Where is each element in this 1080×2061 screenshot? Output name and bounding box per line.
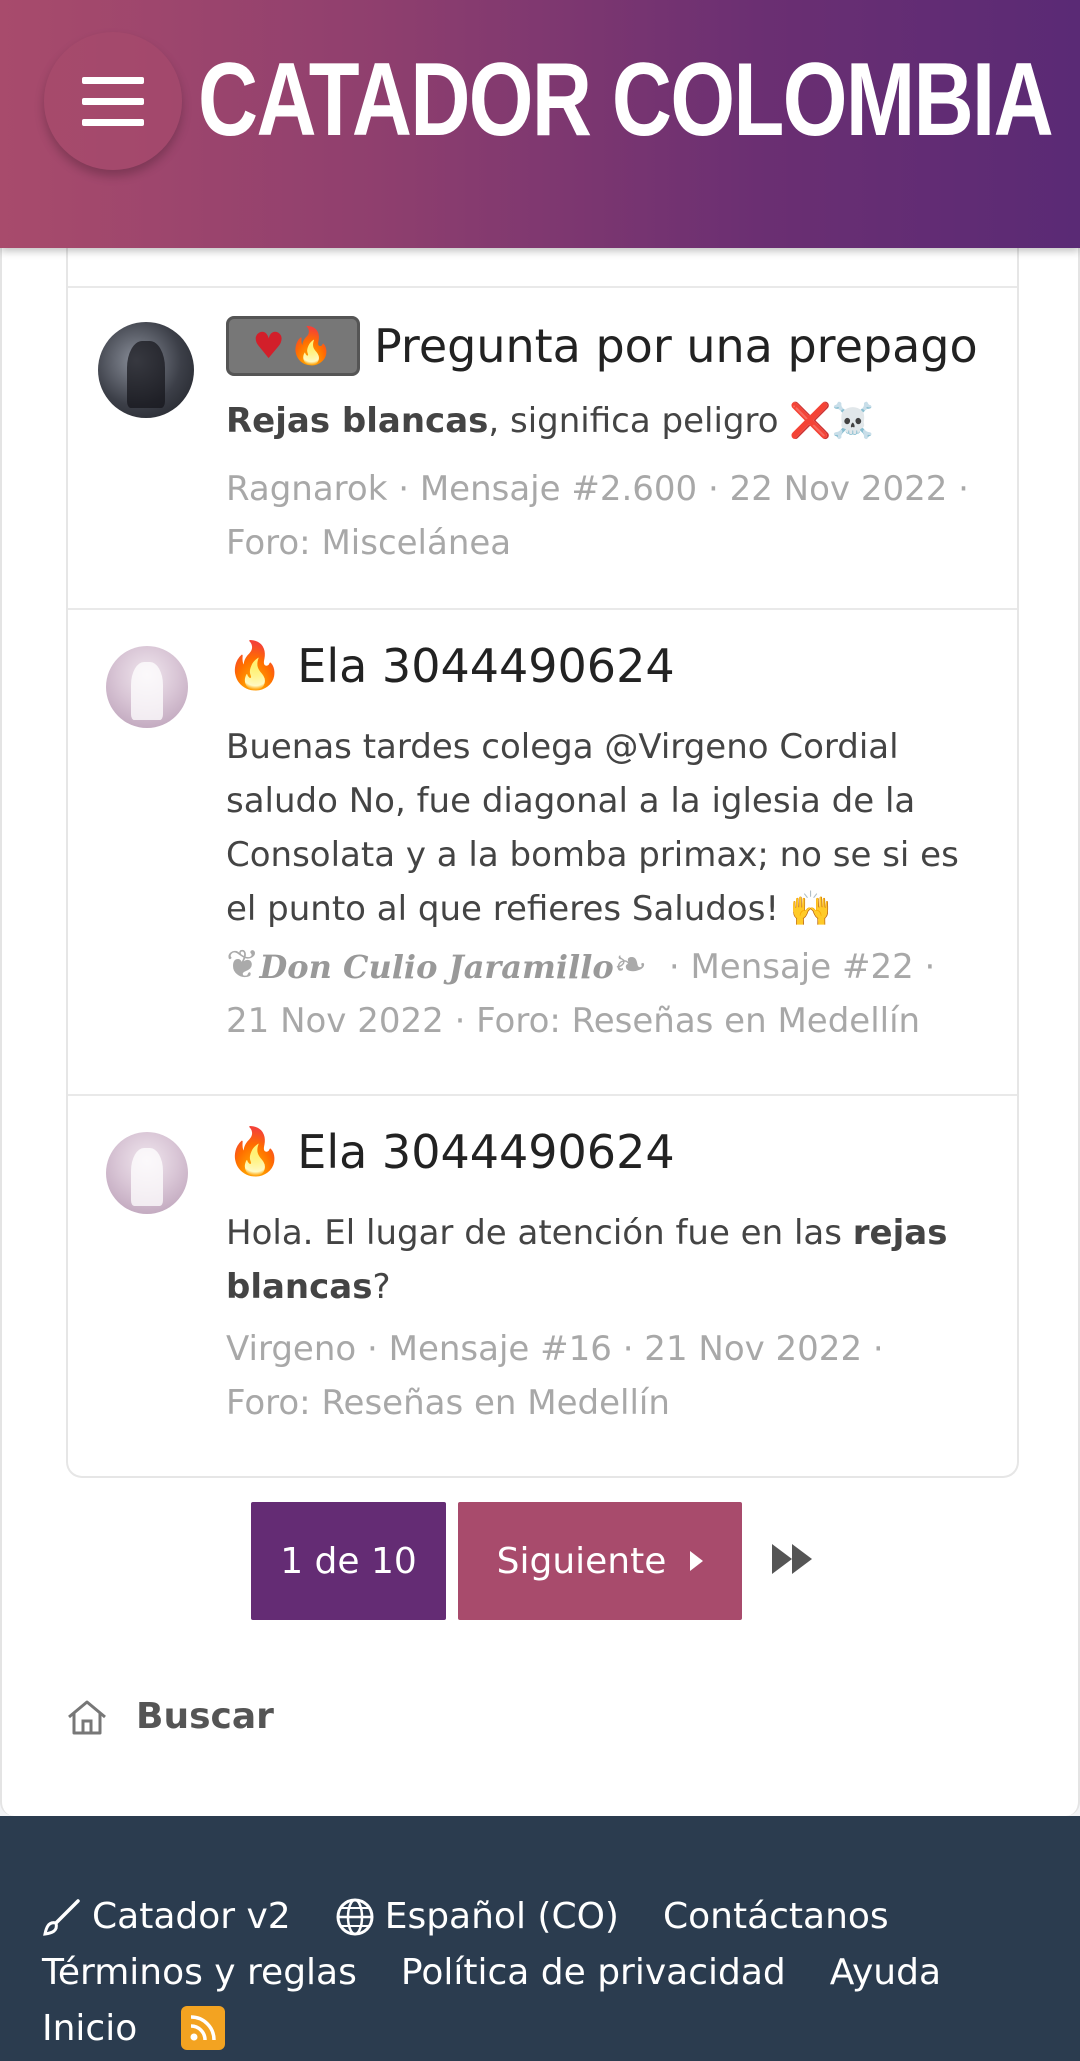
- result-meta: ❦Don Culio Jaramillo❧ · Mensaje #22 · 21…: [226, 942, 936, 1041]
- result-meta: Ragnarok · Mensaje #2.600 · 22 Nov 2022 …: [226, 469, 969, 563]
- result-title[interactable]: 🔥 Ela 3044490624: [226, 638, 675, 693]
- result-snippet: Hola. El lugar de atención fue en las re…: [226, 1213, 948, 1307]
- rss-icon[interactable]: [181, 2006, 226, 2050]
- breadcrumb: Buscar: [66, 1696, 274, 1737]
- pagination: 1 de 10 Siguiente: [2, 1500, 1080, 1620]
- next-page-button[interactable]: Siguiente: [458, 1502, 742, 1620]
- search-result[interactable]: 🔥 Ela 3044490624 Hola. El lugar de atenc…: [68, 1094, 1017, 1478]
- breadcrumb-item-search[interactable]: Buscar: [136, 1696, 274, 1737]
- ornament-icon: ❧: [613, 942, 648, 988]
- page-body: ♥ 🔥 Pregunta por una prepago Rejas blanca…: [0, 238, 1080, 1816]
- avatar[interactable]: [106, 646, 188, 728]
- language-chooser-link[interactable]: Español (CO): [335, 1896, 619, 1937]
- chevron-right-icon: [690, 1551, 704, 1571]
- result-snippet: Rejas blancas, significa peligro ❌☠️: [226, 401, 874, 441]
- footer-row: Términos y reglas Política de privacidad…: [42, 1952, 985, 1993]
- home-link[interactable]: Inicio: [42, 2008, 137, 2049]
- hamburger-menu-icon: [82, 76, 144, 84]
- cross-skull-emoji: ❌☠️: [789, 401, 874, 441]
- globe-icon: [336, 1898, 374, 1935]
- raised-hands-emoji: 🙌: [789, 889, 833, 929]
- terms-link[interactable]: Términos y reglas: [42, 1952, 357, 1993]
- avatar[interactable]: [106, 1132, 188, 1214]
- footer-row: Inicio: [42, 2006, 226, 2050]
- home-icon[interactable]: [66, 1698, 108, 1736]
- result-title[interactable]: ♥ 🔥 Pregunta por una prepago: [226, 316, 978, 376]
- site-header: CATADOR COLOMBIA: [0, 0, 1080, 248]
- fire-icon: 🔥: [288, 326, 334, 367]
- heart-icon: ♥: [252, 325, 285, 367]
- thread-prefix-badge: ♥ 🔥: [226, 316, 360, 376]
- page-current-button[interactable]: 1 de 10: [251, 1502, 446, 1620]
- menu-button[interactable]: [44, 32, 182, 170]
- avatar[interactable]: [98, 322, 194, 418]
- result-title[interactable]: 🔥 Ela 3044490624: [226, 1124, 675, 1179]
- author-signature[interactable]: Don Culio Jaramillo: [260, 948, 614, 986]
- help-link[interactable]: Ayuda: [830, 1952, 941, 1993]
- contact-link[interactable]: Contáctanos: [663, 1896, 889, 1937]
- result-meta: Virgeno · Mensaje #16 · 21 Nov 2022 · Fo…: [226, 1329, 884, 1423]
- search-result[interactable]: ♥ 🔥 Pregunta por una prepago Rejas blanca…: [68, 286, 1017, 608]
- paintbrush-icon: [43, 1898, 80, 1936]
- search-results-list: ♥ 🔥 Pregunta por una prepago Rejas blanca…: [66, 238, 1019, 1478]
- last-page-icon[interactable]: [772, 1544, 812, 1574]
- fire-icon: 🔥: [226, 638, 284, 692]
- result-snippet: Buenas tardes colega @Virgeno Cordial sa…: [226, 727, 959, 929]
- footer-row: Catador v2 Español (CO) Contáctanos: [42, 1896, 933, 1937]
- style-chooser-link[interactable]: Catador v2: [42, 1896, 291, 1937]
- ornament-icon: ❦: [226, 942, 260, 988]
- site-footer: Catador v2 Español (CO) Contáctanos Térm…: [0, 1816, 1080, 2061]
- search-result[interactable]: 🔥 Ela 3044490624 Buenas tardes colega @V…: [68, 608, 1017, 1094]
- fire-icon: 🔥: [226, 1124, 284, 1178]
- privacy-link[interactable]: Política de privacidad: [401, 1952, 786, 1993]
- site-title[interactable]: CATADOR COLOMBIA: [198, 40, 1054, 160]
